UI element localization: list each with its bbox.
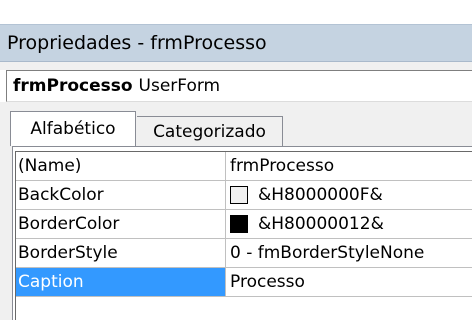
property-row-bordercolor[interactable]: BorderColor &H80000012& — [16, 210, 472, 239]
window-titlebar[interactable]: Propriedades - frmProcesso — [0, 24, 472, 62]
object-name: frmProcesso — [13, 76, 133, 96]
window-title: Propriedades - frmProcesso — [7, 32, 267, 54]
property-grid-frame: (Name) frmProcesso BackColor &H8000000F&… — [12, 146, 472, 320]
tab-categorizado[interactable]: Categorizado — [137, 116, 283, 146]
tab-alfabetico-label: Alfabético — [30, 119, 116, 139]
tab-alfabetico[interactable]: Alfabético — [10, 111, 136, 146]
property-name[interactable]: BorderColor — [16, 210, 226, 238]
property-value[interactable]: 0 - fmBorderStyleNone — [226, 239, 472, 267]
top-blank-strip — [0, 0, 472, 24]
property-value[interactable]: &H8000000F& — [226, 181, 472, 209]
property-grid: (Name) frmProcesso BackColor &H8000000F&… — [15, 151, 472, 320]
color-swatch-icon — [230, 186, 248, 204]
property-row-caption[interactable]: Caption Processo — [16, 268, 472, 297]
property-value[interactable]: &H80000012& — [226, 210, 472, 238]
property-value[interactable]: frmProcesso — [226, 152, 472, 180]
property-name[interactable]: BorderStyle — [16, 239, 226, 267]
property-value-text: &H80000012& — [258, 214, 384, 234]
property-name[interactable]: BackColor — [16, 181, 226, 209]
property-value-text: 0 - fmBorderStyleNone — [230, 243, 425, 263]
property-value-text: &H8000000F& — [258, 185, 383, 205]
property-name[interactable]: (Name) — [16, 152, 226, 180]
titlebar-divider — [0, 62, 472, 70]
property-row-borderstyle[interactable]: BorderStyle 0 - fmBorderStyleNone — [16, 239, 472, 268]
property-value-text: Processo — [230, 272, 305, 292]
color-swatch-icon — [230, 215, 248, 233]
property-name-selected[interactable]: Caption — [16, 268, 226, 296]
property-value-text: frmProcesso — [230, 156, 335, 176]
object-type: UserForm — [138, 76, 221, 96]
object-selector[interactable]: frmProcesso UserForm — [6, 70, 472, 102]
property-row-name[interactable]: (Name) frmProcesso — [16, 152, 472, 181]
property-value[interactable]: Processo — [226, 268, 472, 296]
tab-categorizado-label: Categorizado — [153, 121, 266, 142]
property-row-backcolor[interactable]: BackColor &H8000000F& — [16, 181, 472, 210]
